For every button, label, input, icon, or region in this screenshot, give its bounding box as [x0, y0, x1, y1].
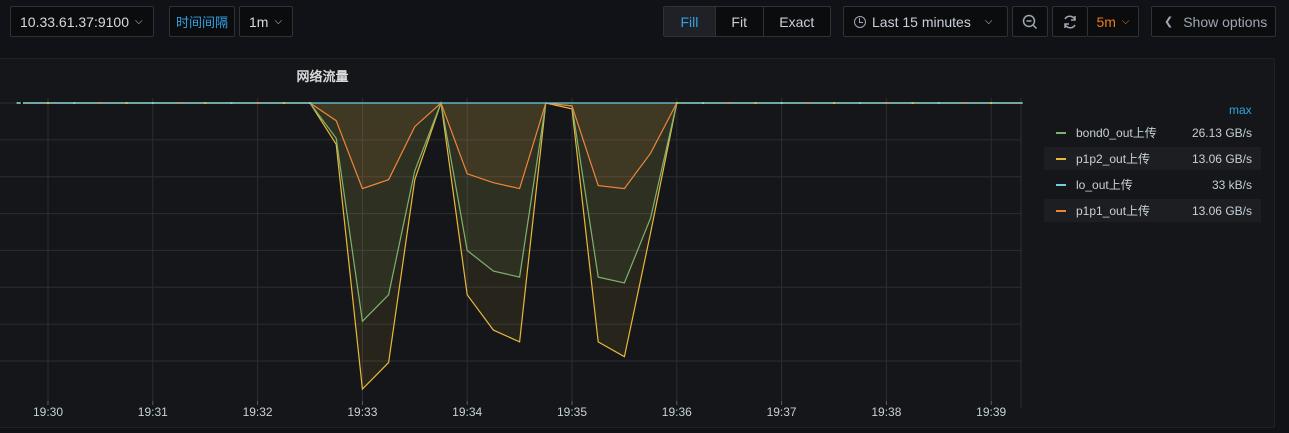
legend-item-p1p1[interactable]: p1p1_out上传 13.06 GB/s [1044, 199, 1261, 222]
legend-swatch [1056, 131, 1066, 134]
series-point [911, 102, 914, 104]
series-point [20, 102, 23, 104]
series-point [99, 102, 102, 104]
legend-series-name: lo_out上传 [1076, 178, 1133, 192]
x-tick-label: 19:37 [767, 405, 797, 419]
series-point [73, 102, 76, 104]
series-point [806, 102, 809, 104]
series-point [702, 102, 704, 104]
chart-fills [16, 103, 1023, 390]
series-point [675, 102, 678, 104]
legend-series-name: bond0_out上传 [1076, 126, 1157, 140]
legend-swatch [1056, 157, 1066, 160]
series-point [859, 102, 862, 104]
x-axis-labels: 19:30 19:31 19:32 19:33 19:34 19:35 19:36 19:37… [33, 405, 1007, 419]
x-tick-label: 19:30 [33, 405, 63, 419]
x-tick-label: 19:34 [452, 405, 482, 419]
series-point [964, 102, 966, 104]
series-point [151, 102, 154, 104]
series-point [990, 102, 993, 104]
series-point [937, 102, 940, 104]
legend-series-max: 33 kB/s [1211, 177, 1252, 192]
legend-item-p1p2[interactable]: p1p2_out上传 13.06 GB/s [1044, 147, 1261, 170]
x-tick-label: 19:35 [557, 405, 587, 419]
legend-series-max: 26.13 GB/s [1191, 125, 1252, 140]
legend-series-name: p1p2_out上传 [1076, 152, 1151, 166]
x-tick-label: 19:36 [662, 405, 692, 419]
series-point [754, 102, 757, 104]
series-point [256, 102, 259, 104]
series-fill [16, 103, 1023, 189]
series-point [780, 102, 783, 104]
series-point [230, 102, 233, 104]
series-point [833, 102, 835, 104]
series-point [885, 102, 888, 104]
x-tick-label: 19:33 [347, 405, 377, 419]
x-tick-label: 19:31 [138, 405, 168, 419]
legend-item-lo[interactable]: lo_out上传 33 kB/s [1044, 173, 1261, 196]
series-point [204, 102, 207, 104]
x-tick-label: 19:32 [243, 405, 273, 419]
legend-series-name: p1p1_out上传 [1076, 204, 1151, 218]
legend-item-bond0[interactable]: bond0_out上传 26.13 GB/s [1044, 121, 1261, 144]
series-point [47, 102, 49, 104]
series-point [125, 102, 128, 104]
legend-swatch [1056, 209, 1066, 212]
series-point [309, 102, 311, 104]
legend-series-max: 13.06 GB/s [1191, 151, 1252, 166]
series-point [282, 102, 285, 104]
x-tick-label: 19:38 [871, 405, 901, 419]
series-point [728, 102, 731, 104]
series-point [178, 102, 180, 104]
legend-swatch [1056, 183, 1066, 186]
x-tick-label: 19:39 [976, 405, 1006, 419]
legend-max-header[interactable]: max [1229, 103, 1252, 117]
legend-series-max: 13.06 GB/s [1191, 203, 1252, 218]
